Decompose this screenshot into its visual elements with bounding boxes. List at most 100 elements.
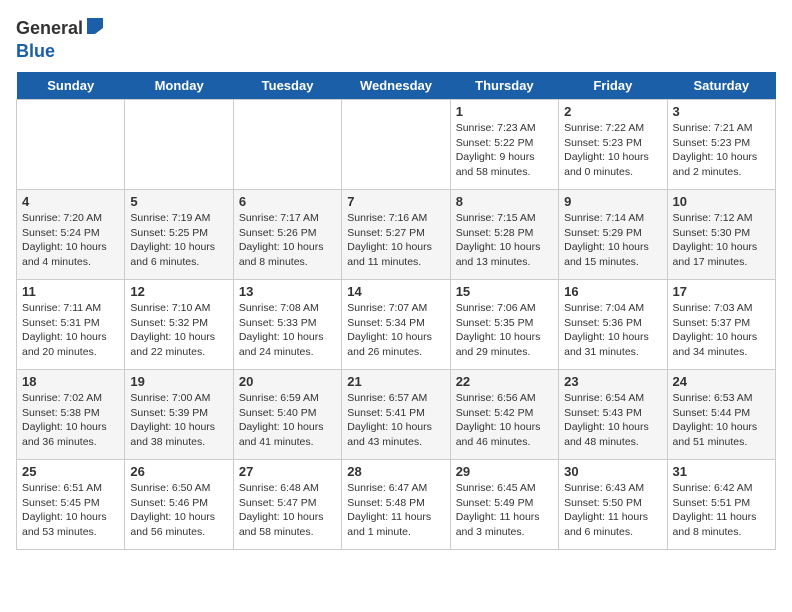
week-row-1: 1 Sunrise: 7:23 AM Sunset: 5:22 PM Daylig…: [17, 100, 776, 190]
cell-info: Sunrise: 7:00 AM Sunset: 5:39 PM Dayligh…: [130, 391, 227, 450]
calendar-cell: 11Sunrise: 7:11 AM Sunset: 5:31 PM Dayli…: [17, 280, 125, 370]
calendar-cell: 6 Sunrise: 7:17 AM Sunset: 5:26 PM Daylig…: [233, 190, 341, 280]
date-number: 12: [130, 284, 227, 299]
cell-info: Sunrise: 6:54 AM Sunset: 5:43 PM Dayligh…: [564, 391, 661, 450]
week-row-3: 11Sunrise: 7:11 AM Sunset: 5:31 PM Dayli…: [17, 280, 776, 370]
date-number: 9: [564, 194, 661, 209]
calendar-cell: 21Sunrise: 6:57 AM Sunset: 5:41 PM Dayli…: [342, 370, 450, 460]
calendar-cell: 22 Sunrise: 6:56 AM Sunset: 5:42 PM Dayli…: [450, 370, 558, 460]
cell-info: Sunrise: 7:02 AM Sunset: 5:38 PM Dayligh…: [22, 391, 119, 450]
date-number: 8: [456, 194, 553, 209]
cell-info: Sunrise: 7:14 AM Sunset: 5:29 PM Dayligh…: [564, 211, 661, 270]
date-number: 14: [347, 284, 444, 299]
logo-icon: [85, 16, 105, 41]
cell-info: Sunrise: 7:04 AM Sunset: 5:36 PM Dayligh…: [564, 301, 661, 360]
cell-info: Sunrise: 7:12 AM Sunset: 5:30 PM Dayligh…: [673, 211, 770, 270]
cell-info: Sunrise: 6:43 AM Sunset: 5:50 PM Dayligh…: [564, 481, 661, 540]
week-row-4: 18 Sunrise: 7:02 AM Sunset: 5:38 PM Dayli…: [17, 370, 776, 460]
date-number: 22: [456, 374, 553, 389]
day-header-wednesday: Wednesday: [342, 72, 450, 100]
calendar-cell: 28Sunrise: 6:47 AM Sunset: 5:48 PM Dayli…: [342, 460, 450, 550]
date-number: 5: [130, 194, 227, 209]
calendar-body: 1 Sunrise: 7:23 AM Sunset: 5:22 PM Daylig…: [17, 100, 776, 550]
calendar-cell: 19 Sunrise: 7:00 AM Sunset: 5:39 PM Dayli…: [125, 370, 233, 460]
cell-info: Sunrise: 7:03 AM Sunset: 5:37 PM Dayligh…: [673, 301, 770, 360]
cell-info: Sunrise: 6:42 AM Sunset: 5:51 PM Dayligh…: [673, 481, 770, 540]
calendar-cell: [233, 100, 341, 190]
day-header-tuesday: Tuesday: [233, 72, 341, 100]
date-number: 26: [130, 464, 227, 479]
cell-info: Sunrise: 6:53 AM Sunset: 5:44 PM Dayligh…: [673, 391, 770, 450]
cell-info: Sunrise: 6:45 AM Sunset: 5:49 PM Dayligh…: [456, 481, 553, 540]
date-number: 13: [239, 284, 336, 299]
calendar-cell: 16 Sunrise: 7:04 AM Sunset: 5:36 PM Dayli…: [559, 280, 667, 370]
day-header-saturday: Saturday: [667, 72, 775, 100]
calendar-cell: 15Sunrise: 7:06 AM Sunset: 5:35 PM Dayli…: [450, 280, 558, 370]
logo: General Blue: [16, 16, 105, 62]
calendar-cell: 24 Sunrise: 6:53 AM Sunset: 5:44 PM Dayli…: [667, 370, 775, 460]
cell-info: Sunrise: 7:19 AM Sunset: 5:25 PM Dayligh…: [130, 211, 227, 270]
cell-info: Sunrise: 7:20 AM Sunset: 5:24 PM Dayligh…: [22, 211, 119, 270]
date-number: 25: [22, 464, 119, 479]
date-number: 23: [564, 374, 661, 389]
cell-info: Sunrise: 7:07 AM Sunset: 5:34 PM Dayligh…: [347, 301, 444, 360]
day-header-monday: Monday: [125, 72, 233, 100]
date-number: 1: [456, 104, 553, 119]
date-number: 15: [456, 284, 553, 299]
cell-info: Sunrise: 7:16 AM Sunset: 5:27 PM Dayligh…: [347, 211, 444, 270]
calendar-header-row: SundayMondayTuesdayWednesdayThursdayFrid…: [17, 72, 776, 100]
calendar-cell: 18 Sunrise: 7:02 AM Sunset: 5:38 PM Dayli…: [17, 370, 125, 460]
calendar-cell: [342, 100, 450, 190]
date-number: 19: [130, 374, 227, 389]
cell-info: Sunrise: 7:22 AM Sunset: 5:23 PM Dayligh…: [564, 121, 661, 180]
cell-info: Sunrise: 7:15 AM Sunset: 5:28 PM Dayligh…: [456, 211, 553, 270]
date-number: 2: [564, 104, 661, 119]
date-number: 16: [564, 284, 661, 299]
logo-general-text: General: [16, 18, 83, 39]
cell-info: Sunrise: 6:50 AM Sunset: 5:46 PM Dayligh…: [130, 481, 227, 540]
cell-info: Sunrise: 6:47 AM Sunset: 5:48 PM Dayligh…: [347, 481, 444, 540]
cell-info: Sunrise: 7:23 AM Sunset: 5:22 PM Dayligh…: [456, 121, 553, 180]
cell-info: Sunrise: 6:56 AM Sunset: 5:42 PM Dayligh…: [456, 391, 553, 450]
cell-info: Sunrise: 7:11 AM Sunset: 5:31 PM Dayligh…: [22, 301, 119, 360]
cell-info: Sunrise: 7:17 AM Sunset: 5:26 PM Dayligh…: [239, 211, 336, 270]
calendar-cell: 29 Sunrise: 6:45 AM Sunset: 5:49 PM Dayli…: [450, 460, 558, 550]
date-number: 6: [239, 194, 336, 209]
calendar-cell: 12Sunrise: 7:10 AM Sunset: 5:32 PM Dayli…: [125, 280, 233, 370]
cell-info: Sunrise: 7:08 AM Sunset: 5:33 PM Dayligh…: [239, 301, 336, 360]
calendar-cell: 13 Sunrise: 7:08 AM Sunset: 5:33 PM Dayli…: [233, 280, 341, 370]
day-header-friday: Friday: [559, 72, 667, 100]
date-number: 29: [456, 464, 553, 479]
calendar-cell: 10 Sunrise: 7:12 AM Sunset: 5:30 PM Dayli…: [667, 190, 775, 280]
date-number: 18: [22, 374, 119, 389]
calendar-cell: 1 Sunrise: 7:23 AM Sunset: 5:22 PM Daylig…: [450, 100, 558, 190]
calendar-cell: 7 Sunrise: 7:16 AM Sunset: 5:27 PM Daylig…: [342, 190, 450, 280]
date-number: 24: [673, 374, 770, 389]
cell-info: Sunrise: 7:21 AM Sunset: 5:23 PM Dayligh…: [673, 121, 770, 180]
day-header-thursday: Thursday: [450, 72, 558, 100]
logo-blue-text: Blue: [16, 41, 55, 61]
calendar-cell: 9 Sunrise: 7:14 AM Sunset: 5:29 PM Daylig…: [559, 190, 667, 280]
calendar-cell: 26 Sunrise: 6:50 AM Sunset: 5:46 PM Dayli…: [125, 460, 233, 550]
date-number: 3: [673, 104, 770, 119]
calendar-cell: 2 Sunrise: 7:22 AM Sunset: 5:23 PM Daylig…: [559, 100, 667, 190]
calendar-cell: 23 Sunrise: 6:54 AM Sunset: 5:43 PM Dayli…: [559, 370, 667, 460]
date-number: 21: [347, 374, 444, 389]
cell-info: Sunrise: 6:59 AM Sunset: 5:40 PM Dayligh…: [239, 391, 336, 450]
date-number: 31: [673, 464, 770, 479]
date-number: 20: [239, 374, 336, 389]
date-number: 4: [22, 194, 119, 209]
week-row-2: 4 Sunrise: 7:20 AM Sunset: 5:24 PM Daylig…: [17, 190, 776, 280]
date-number: 7: [347, 194, 444, 209]
calendar-cell: 25 Sunrise: 6:51 AM Sunset: 5:45 PM Dayli…: [17, 460, 125, 550]
cell-info: Sunrise: 6:51 AM Sunset: 5:45 PM Dayligh…: [22, 481, 119, 540]
week-row-5: 25 Sunrise: 6:51 AM Sunset: 5:45 PM Dayli…: [17, 460, 776, 550]
calendar-cell: 30 Sunrise: 6:43 AM Sunset: 5:50 PM Dayli…: [559, 460, 667, 550]
calendar-cell: 27Sunrise: 6:48 AM Sunset: 5:47 PM Dayli…: [233, 460, 341, 550]
calendar-cell: 8 Sunrise: 7:15 AM Sunset: 5:28 PM Daylig…: [450, 190, 558, 280]
date-number: 27: [239, 464, 336, 479]
calendar-cell: 5 Sunrise: 7:19 AM Sunset: 5:25 PM Daylig…: [125, 190, 233, 280]
calendar-cell: [125, 100, 233, 190]
date-number: 30: [564, 464, 661, 479]
date-number: 10: [673, 194, 770, 209]
